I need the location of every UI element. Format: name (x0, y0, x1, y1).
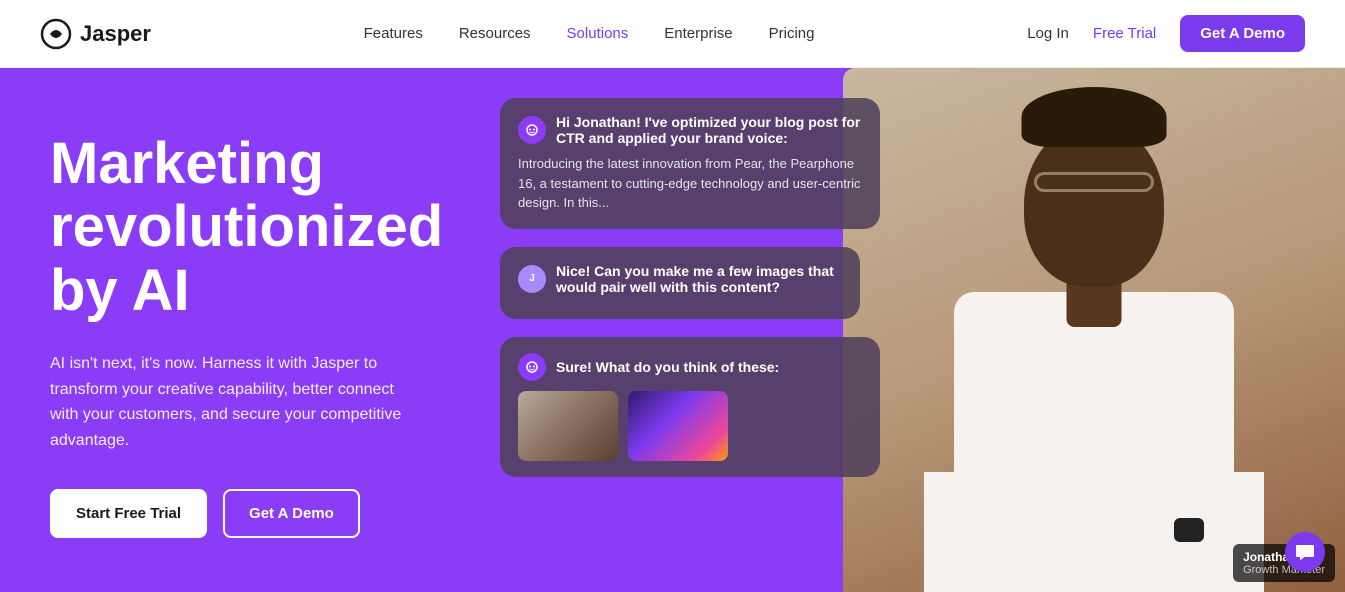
hero-section: Marketing revolutionized by AI AI isn't … (0, 68, 1345, 592)
chat-widget-icon (1295, 542, 1315, 562)
jasper-chat-icon-3 (518, 353, 546, 381)
person-placeholder (924, 112, 1264, 592)
chat-bubble-2-text: Nice! Can you make me a few images that … (556, 263, 842, 295)
chat-bubble-2-header: J Nice! Can you make me a few images tha… (518, 263, 842, 295)
chat-bubble-3: Sure! What do you think of these: (500, 337, 880, 477)
image-previews (518, 391, 862, 461)
login-link[interactable]: Log In (1027, 25, 1069, 42)
hero-subtitle: AI isn't next, it's now. Harness it with… (50, 351, 410, 453)
nav-pricing[interactable]: Pricing (769, 25, 815, 42)
logo-text: Jasper (80, 21, 151, 47)
chat-bubble-3-header: Sure! What do you think of these: (518, 353, 862, 381)
jasper-logo-icon (40, 18, 72, 50)
person-glasses (1034, 172, 1154, 192)
start-free-trial-button[interactable]: Start Free Trial (50, 489, 207, 538)
logo[interactable]: Jasper (40, 18, 151, 50)
chat-bubble-1-title: Hi Jonathan! I've optimized your blog po… (556, 114, 862, 146)
get-demo-button[interactable]: Get A Demo (1180, 15, 1305, 52)
chat-bubble-1: Hi Jonathan! I've optimized your blog po… (500, 98, 880, 229)
person-torso (954, 292, 1234, 592)
person-hair (1022, 87, 1167, 147)
chat-bubble-1-header: Hi Jonathan! I've optimized your blog po… (518, 114, 862, 146)
nav-actions: Log In Free Trial Get A Demo (1027, 15, 1305, 52)
nav-resources[interactable]: Resources (459, 25, 531, 42)
nav-features[interactable]: Features (364, 25, 423, 42)
preview-image-2 (628, 391, 728, 461)
jasper-chat-icon-1 (518, 116, 546, 144)
preview-image-1 (518, 391, 618, 461)
robot-icon-2 (525, 360, 539, 374)
person-watch (1174, 518, 1204, 542)
chat-bubble-2: J Nice! Can you make me a few images tha… (500, 247, 860, 319)
chat-area: Hi Jonathan! I've optimized your blog po… (480, 68, 956, 592)
chat-bubble-3-text: Sure! What do you think of these: (556, 359, 779, 375)
hero-left: Marketing revolutionized by AI AI isn't … (0, 68, 480, 592)
chat-widget-button[interactable] (1285, 532, 1325, 572)
hero-right: Jonathan Growth Marketer Hi (480, 68, 1345, 592)
hero-buttons: Start Free Trial Get A Demo (50, 489, 430, 538)
chat-bubble-1-body: Introducing the latest innovation from P… (518, 154, 862, 213)
nav-links: Features Resources Solutions Enterprise … (364, 25, 815, 42)
navbar: Jasper Features Resources Solutions Ente… (0, 0, 1345, 68)
hero-title: Marketing revolutionized by AI (50, 132, 430, 323)
get-demo-hero-button[interactable]: Get A Demo (223, 489, 360, 538)
robot-icon (525, 123, 539, 137)
free-trial-link[interactable]: Free Trial (1093, 25, 1156, 42)
nav-solutions[interactable]: Solutions (567, 25, 629, 42)
user-avatar: J (518, 265, 546, 293)
nav-enterprise[interactable]: Enterprise (664, 25, 732, 42)
